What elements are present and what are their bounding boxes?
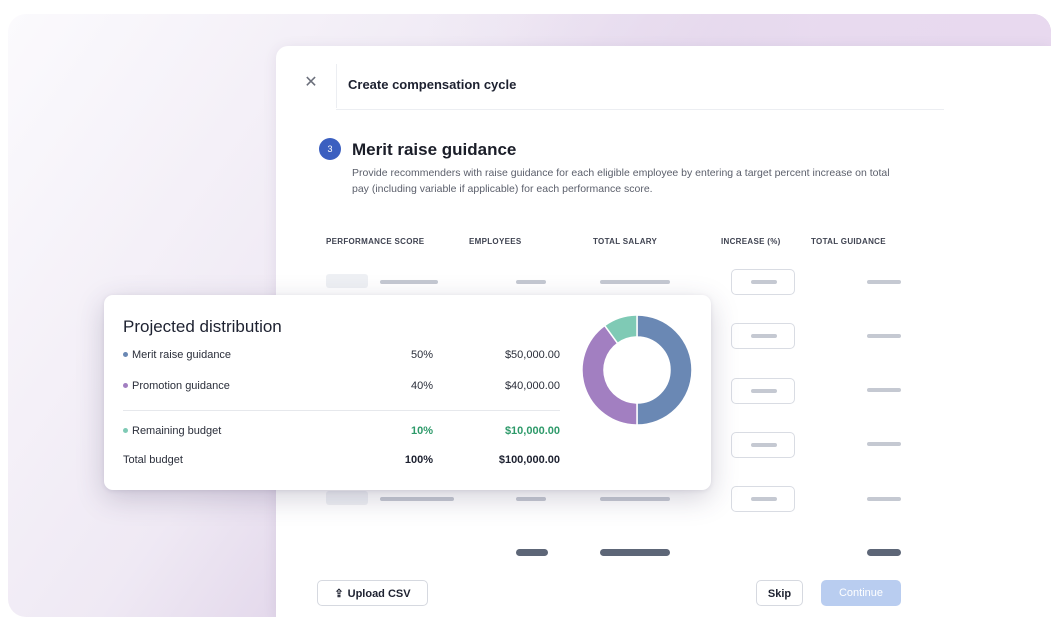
row-amount: $50,000.00 bbox=[504, 349, 560, 361]
row-percent: 100% bbox=[404, 454, 433, 466]
continue-button[interactable]: Continue bbox=[821, 580, 901, 606]
guidance-placeholder bbox=[867, 442, 901, 446]
guidance-total-placeholder bbox=[867, 549, 901, 556]
upload-icon: ⇪ bbox=[334, 588, 344, 600]
upload-csv-label: Upload CSV bbox=[347, 588, 411, 600]
row-label: Total budget bbox=[123, 454, 183, 466]
guidance-placeholder bbox=[867, 334, 901, 338]
card-title: Projected distribution bbox=[123, 317, 282, 336]
header-divider bbox=[336, 109, 944, 110]
row-amount: $100,000.00 bbox=[498, 454, 560, 466]
card-divider bbox=[123, 410, 560, 411]
salary-placeholder bbox=[600, 280, 670, 284]
row-label: Remaining budget bbox=[132, 425, 222, 437]
row-label: Merit raise guidance bbox=[132, 349, 232, 361]
section-description: Provide recommenders with raise guidance… bbox=[352, 167, 890, 195]
donut-slice-merit-raise-guidance bbox=[636, 314, 693, 426]
guidance-placeholder bbox=[867, 388, 901, 392]
salary-placeholder bbox=[600, 497, 670, 501]
distribution-row-merit: Merit raise guidance 50% $50,000.00 bbox=[123, 349, 560, 365]
guidance-placeholder bbox=[867, 280, 901, 284]
row-amount: $10,000.00 bbox=[504, 425, 560, 437]
header-total-guidance: TOTAL GUIDANCE bbox=[811, 237, 886, 246]
score-placeholder bbox=[326, 274, 368, 288]
increase-input[interactable] bbox=[731, 378, 795, 404]
salary-total-placeholder bbox=[600, 549, 670, 556]
header-increase: INCREASE (%) bbox=[721, 237, 781, 246]
guidance-placeholder bbox=[867, 497, 901, 501]
remaining-legend-dot bbox=[123, 427, 128, 433]
projected-distribution-card: Projected distribution Merit raise guida… bbox=[104, 295, 711, 490]
close-icon[interactable]: ✕ bbox=[302, 74, 320, 92]
donut-slice-promotion-guidance bbox=[581, 324, 638, 426]
header-total-salary: TOTAL SALARY bbox=[593, 237, 658, 246]
increase-input[interactable] bbox=[731, 269, 795, 295]
row-label: Promotion guidance bbox=[132, 380, 230, 392]
skip-button[interactable]: Skip bbox=[756, 580, 803, 606]
distribution-row-promotion: Promotion guidance 40% $40,000.00 bbox=[123, 380, 560, 396]
score-label-placeholder bbox=[380, 497, 454, 501]
increase-placeholder bbox=[751, 443, 777, 447]
increase-input[interactable] bbox=[731, 432, 795, 458]
promotion-legend-dot bbox=[123, 382, 128, 388]
row-percent: 10% bbox=[410, 425, 433, 437]
score-placeholder bbox=[326, 491, 368, 505]
distribution-row-remaining: Remaining budget 10% $10,000.00 bbox=[123, 425, 560, 441]
score-label-placeholder bbox=[380, 280, 438, 284]
row-percent: 40% bbox=[410, 380, 433, 392]
distribution-row-total: Total budget 100% $100,000.00 bbox=[123, 454, 560, 470]
section-title: Merit raise guidance bbox=[352, 140, 517, 159]
row-percent: 50% bbox=[410, 349, 433, 361]
employees-placeholder bbox=[516, 497, 546, 501]
increase-input[interactable] bbox=[731, 486, 795, 512]
increase-input[interactable] bbox=[731, 323, 795, 349]
increase-placeholder bbox=[751, 389, 777, 393]
increase-placeholder bbox=[751, 280, 777, 284]
modal-title: Create compensation cycle bbox=[348, 77, 517, 92]
modal-header: ✕ Create compensation cycle bbox=[276, 46, 1051, 108]
employees-placeholder bbox=[516, 280, 546, 284]
header-employees: EMPLOYEES bbox=[469, 237, 522, 246]
employees-total-placeholder bbox=[516, 549, 548, 556]
header-separator bbox=[336, 64, 337, 108]
header-performance-score: PERFORMANCE SCORE bbox=[326, 237, 425, 246]
increase-placeholder bbox=[751, 334, 777, 338]
merit-legend-dot bbox=[123, 351, 128, 357]
upload-csv-button[interactable]: ⇪ Upload CSV bbox=[317, 580, 428, 606]
step-badge: 3 bbox=[319, 138, 341, 160]
row-amount: $40,000.00 bbox=[504, 380, 560, 392]
increase-placeholder bbox=[751, 497, 777, 501]
distribution-donut-chart bbox=[581, 314, 693, 426]
